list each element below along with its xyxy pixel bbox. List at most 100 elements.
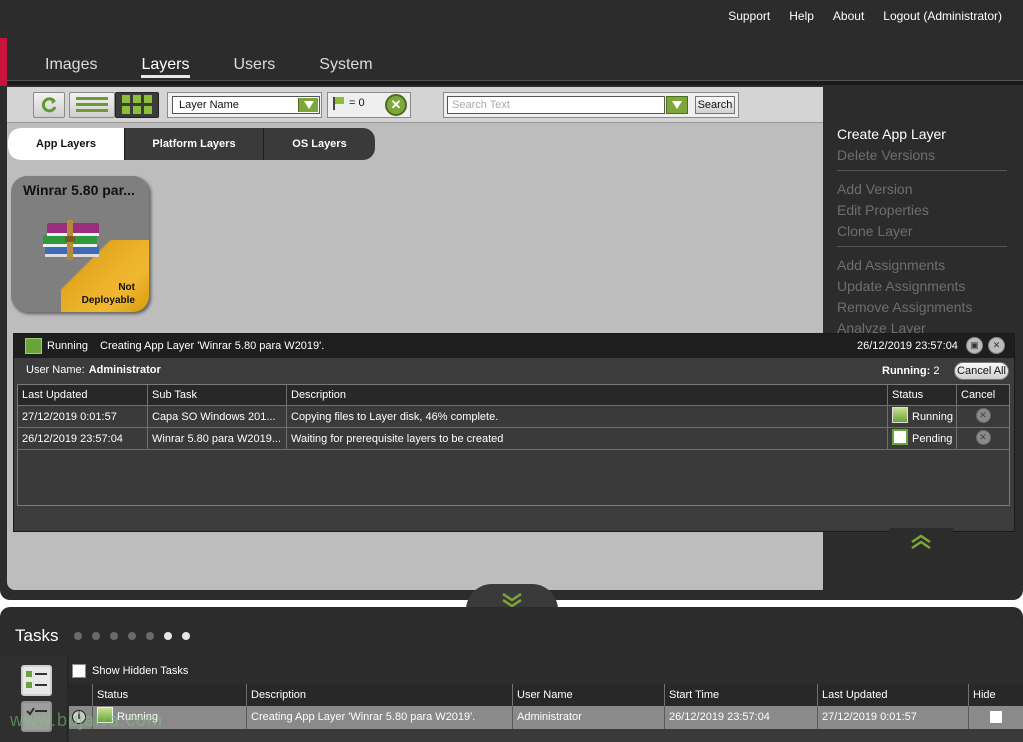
task-user-cell: Administrator (513, 706, 665, 729)
pager-dot[interactable] (128, 632, 136, 640)
task-status: Running (47, 340, 88, 352)
column-description[interactable]: Description (247, 684, 513, 706)
status-line-2: Deployable (81, 295, 135, 306)
column-sub-task[interactable]: Sub Task (148, 385, 287, 405)
help-link[interactable]: Help (789, 9, 814, 23)
show-hidden-label: Show Hidden Tasks (92, 665, 189, 677)
top-links: Support Help About Logout (Administrator… (728, 9, 1002, 23)
filter-control: = 0 ✕ (327, 92, 411, 118)
pending-icon (892, 429, 908, 446)
chevron-down-icon[interactable] (298, 98, 318, 112)
grid-view-icon (116, 93, 158, 117)
cancel-subtask-icon[interactable]: ✕ (975, 408, 991, 423)
running-status-icon (25, 338, 42, 354)
pager-dot-active[interactable] (164, 632, 172, 640)
hide-task-checkbox[interactable] (989, 710, 1003, 724)
running-count-value: 2 (933, 365, 940, 377)
brand-accent-bar (0, 38, 7, 86)
layer-tile[interactable]: Winrar 5.80 par... Not Deployable (11, 176, 149, 312)
subtask-description: Copying files to Layer disk, 46% complet… (287, 406, 888, 427)
support-link[interactable]: Support (728, 9, 770, 23)
winrar-books-icon (41, 216, 105, 264)
nav-tab-system[interactable]: System (319, 56, 372, 78)
flag-icon (333, 97, 344, 110)
user-name-label: User Name: (26, 364, 85, 376)
action-divider (837, 170, 1007, 171)
task-details-panel: Running Creating App Layer 'Winrar 5.80 … (13, 333, 1015, 532)
action-clone-layer[interactable]: Clone Layer (837, 223, 913, 239)
clear-filter-button[interactable]: ✕ (385, 94, 407, 116)
action-divider (837, 246, 1007, 247)
tasks-pager (74, 632, 190, 640)
refresh-icon (34, 93, 64, 117)
action-create-app-layer[interactable]: Create App Layer (837, 126, 946, 142)
main-nav: Images Layers Users System (45, 56, 417, 78)
search-options-dropdown[interactable] (666, 96, 688, 114)
grid-view-button[interactable] (115, 92, 159, 118)
tab-os-layers[interactable]: OS Layers (264, 128, 375, 160)
running-label: Running: (882, 365, 931, 377)
show-hidden-checkbox[interactable] (72, 664, 86, 678)
refresh-button[interactable] (33, 92, 65, 118)
sort-field-value[interactable]: Layer Name (172, 96, 320, 114)
task-hide-cell (969, 706, 1023, 729)
column-status[interactable]: Status (93, 684, 247, 706)
close-panel-button[interactable]: ✕ (988, 337, 1005, 354)
subtask-status: Pending (888, 428, 957, 449)
tab-platform-layers[interactable]: Platform Layers (125, 128, 264, 160)
logout-link[interactable]: Logout (Administrator) (883, 9, 1002, 23)
cancel-subtask-icon[interactable]: ✕ (975, 430, 991, 445)
nav-tab-layers[interactable]: Layers (141, 56, 190, 78)
column-last-updated[interactable]: Last Updated (18, 385, 148, 405)
show-hidden-tasks[interactable]: Show Hidden Tasks (72, 664, 188, 678)
sort-field-label: Layer Name (179, 99, 239, 111)
search-button[interactable]: Search (695, 96, 735, 114)
close-icon: ✕ (992, 340, 1001, 350)
column-last-updated[interactable]: Last Updated (818, 684, 969, 706)
running-count: Running: 2 (882, 365, 939, 377)
sort-dropdown[interactable]: Layer Name (167, 92, 322, 118)
tab-app-layers[interactable]: App Layers (8, 128, 125, 160)
row-divider (18, 449, 1009, 450)
pager-dot[interactable] (110, 632, 118, 640)
filter-count-label: = 0 (349, 97, 365, 109)
subtask-description: Waiting for prerequisite layers to be cr… (287, 428, 888, 449)
layers-toolbar: Layer Name = 0 ✕ Search (7, 87, 823, 123)
pager-dot[interactable] (146, 632, 154, 640)
column-user-name[interactable]: User Name (513, 684, 665, 706)
subtask-name: Winrar 5.80 para W2019... (148, 428, 287, 449)
column-info (69, 684, 93, 706)
layer-tile-status: Not Deployable (55, 281, 135, 307)
column-cancel[interactable]: Cancel (957, 385, 1009, 405)
double-chevron-down-icon (502, 592, 522, 608)
column-start-time[interactable]: Start Time (665, 684, 818, 706)
action-remove-assignments[interactable]: Remove Assignments (837, 299, 972, 315)
column-hide[interactable]: Hide (969, 684, 1023, 706)
nav-tab-images[interactable]: Images (45, 56, 97, 78)
action-edit-properties[interactable]: Edit Properties (837, 202, 929, 218)
column-status[interactable]: Status (888, 385, 957, 405)
watermark: www.bujarra.com (10, 710, 164, 730)
list-view-button[interactable] (69, 92, 115, 118)
action-update-assignments[interactable]: Update Assignments (837, 278, 965, 294)
pager-dot[interactable] (92, 632, 100, 640)
maximize-icon: ▣ (970, 340, 979, 350)
pager-dot-active[interactable] (182, 632, 190, 640)
nav-tab-users[interactable]: Users (234, 56, 276, 78)
filter-count[interactable]: = 0 (332, 96, 365, 110)
cancel-all-button[interactable]: Cancel All (954, 362, 1009, 380)
task-list-view-button[interactable] (21, 665, 52, 696)
nav-divider (7, 80, 1023, 85)
tasks-table: Status Description User Name Start Time … (69, 684, 1023, 742)
tasks-title: Tasks (15, 626, 59, 645)
layer-type-tabs: App Layers Platform Layers OS Layers (8, 128, 375, 160)
action-delete-versions[interactable]: Delete Versions (837, 147, 935, 163)
pager-dot[interactable] (74, 632, 82, 640)
search-input[interactable] (447, 96, 665, 114)
column-description[interactable]: Description (287, 385, 888, 405)
action-add-assignments[interactable]: Add Assignments (837, 257, 945, 273)
action-add-version[interactable]: Add Version (837, 181, 913, 197)
maximize-button[interactable]: ▣ (966, 337, 983, 354)
subtask-table: Last Updated Sub Task Description Status… (17, 384, 1010, 506)
about-link[interactable]: About (833, 9, 864, 23)
